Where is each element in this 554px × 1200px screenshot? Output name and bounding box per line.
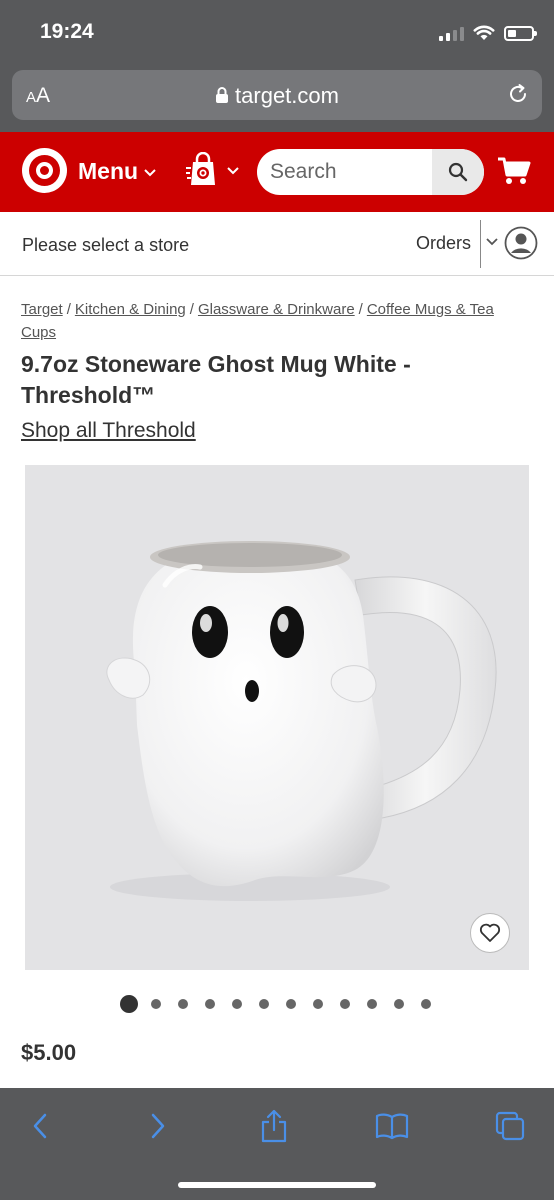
lock-icon [216,87,229,104]
product-title: 9.7oz Stoneware Ghost Mug White - Thresh… [21,351,411,408]
target-logo[interactable] [22,148,67,193]
breadcrumb: Target / Kitchen & Dining / Glassware & Drin… [21,301,494,341]
browser-address-bar: AA target.com [0,66,554,132]
status-icons [439,22,537,44]
site-header: Menu [0,132,554,212]
tabs-icon [495,1111,525,1141]
shop-all-brand-link[interactable]: Shop all Threshold [21,419,196,443]
store-bar: Please select a store Orders [0,212,554,276]
battery-icon [504,25,537,41]
breadcrumb-link-target[interactable]: Target [21,301,63,318]
wifi-icon [473,25,495,40]
carousel-dot[interactable] [259,999,269,1009]
image-carousel-dots [120,995,448,1013]
cart-icon[interactable] [497,156,531,186]
search-icon [448,162,468,182]
carousel-dot[interactable] [286,999,296,1009]
carousel-dot[interactable] [394,999,404,1009]
account-icon[interactable] [504,226,538,260]
url-text: target.com [235,83,339,108]
chevron-down-icon [227,167,239,175]
menu-label: Menu [78,158,139,184]
carousel-dot[interactable] [151,999,161,1009]
bookmarks-icon [375,1113,409,1140]
tabs-button[interactable] [490,1108,530,1144]
forward-button[interactable] [138,1108,178,1144]
chevron-down-icon[interactable] [485,234,499,248]
back-button[interactable] [20,1108,60,1144]
url-display[interactable]: target.com [12,83,542,109]
chevron-down-icon [144,168,156,176]
orders-link[interactable]: Orders [416,233,471,254]
status-time: 19:24 [40,20,94,43]
ghost-mug-illustration [106,541,497,901]
search-input[interactable] [257,149,432,195]
carousel-dot[interactable] [205,999,215,1009]
home-indicator [178,1182,376,1188]
battery-level [508,29,516,37]
breadcrumb-link-kitchen-dining[interactable]: Kitchen & Dining [75,301,186,318]
shopping-bag-icon [186,152,215,185]
share-icon [261,1109,287,1143]
carousel-dot[interactable] [232,999,242,1009]
carousel-dot[interactable] [367,999,377,1009]
carousel-dot[interactable] [120,995,138,1013]
select-store-link[interactable]: Please select a store [22,235,189,256]
url-field[interactable]: AA target.com [12,70,542,120]
carousel-dot[interactable] [178,999,188,1009]
carousel-dot[interactable] [421,999,431,1009]
breadcrumb-link-glassware-drinkware[interactable]: Glassware & Drinkware [198,301,355,318]
cell-signal-icon [439,25,464,41]
reload-icon[interactable] [506,82,530,106]
search-box [257,149,484,195]
heart-icon [479,923,501,942]
divider [480,220,481,268]
favorite-button[interactable] [470,913,510,953]
carousel-dot[interactable] [313,999,323,1009]
status-bar: 19:24 [0,0,554,66]
share-button[interactable] [254,1108,294,1144]
back-icon [33,1113,47,1139]
carousel-dot[interactable] [340,999,350,1009]
forward-icon [151,1113,165,1139]
menu-button[interactable]: Menu [78,158,157,185]
bookmarks-button[interactable] [372,1108,412,1144]
product-price: $5.00 [21,1040,77,1065]
search-button[interactable] [432,149,484,195]
order-pickup-button[interactable] [186,152,240,188]
product-image[interactable] [25,465,529,970]
